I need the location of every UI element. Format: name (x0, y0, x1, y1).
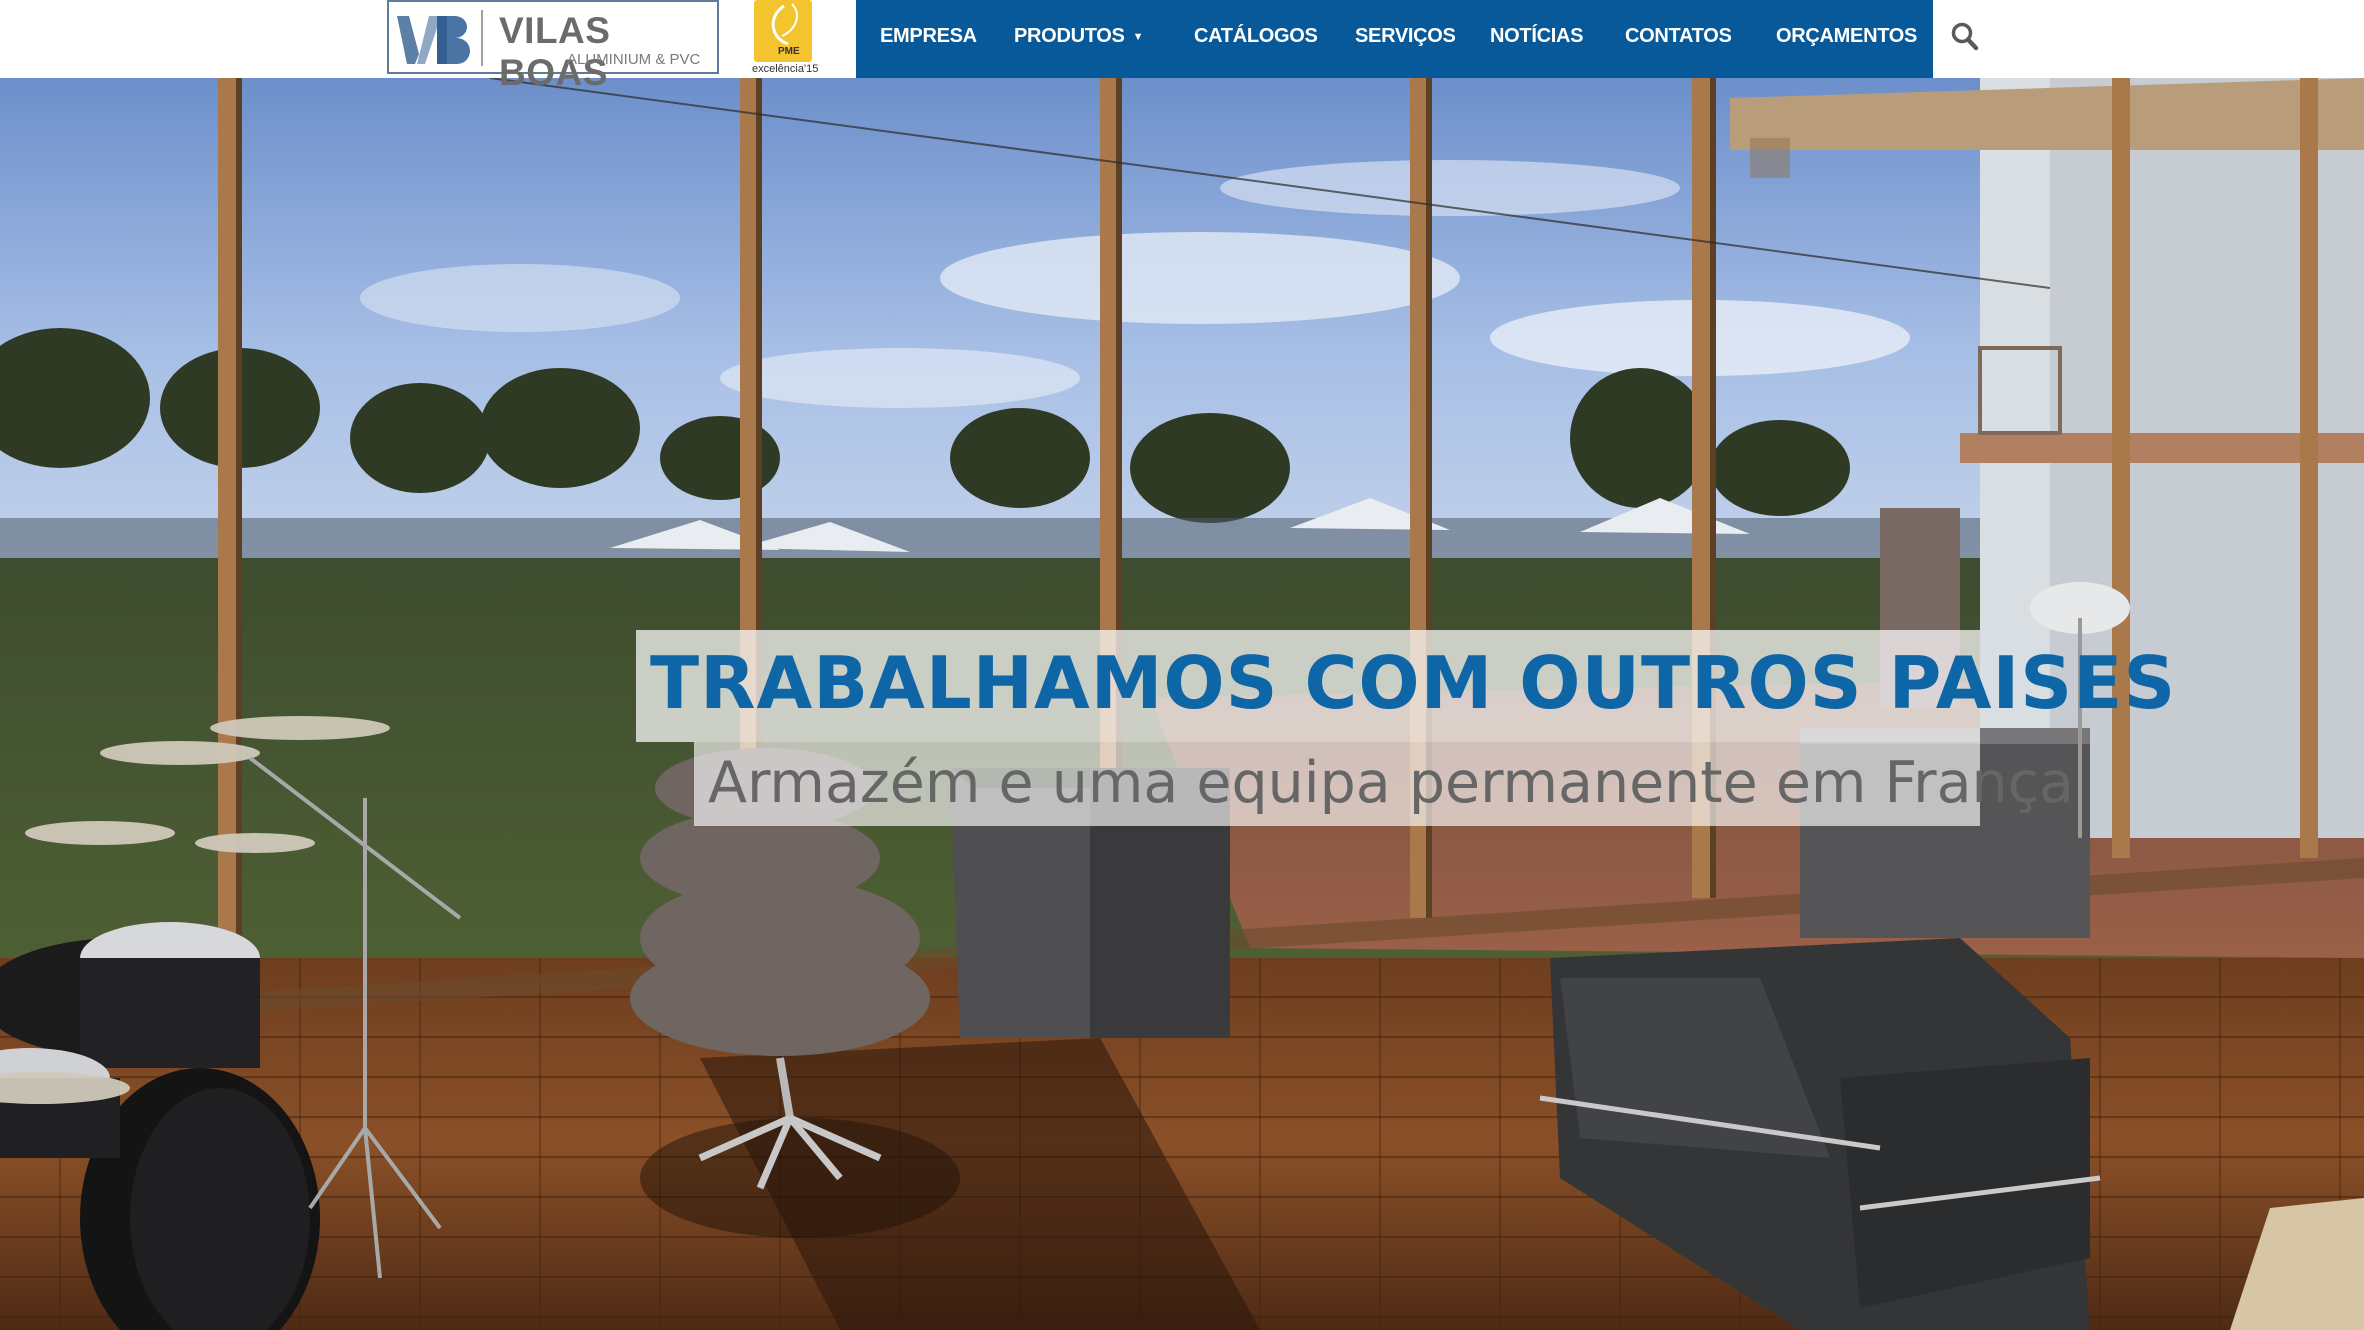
nav-item-empresa[interactable]: EMPRESA (880, 0, 977, 78)
logo-subtitle: ALUMINIUM & PVC (567, 51, 701, 68)
nav-item-produtos[interactable]: PRODUTOS ▼ (1014, 0, 1143, 78)
logo-divider (481, 10, 483, 66)
nav-item-label: PRODUTOS (1014, 25, 1125, 47)
nav-item-noticias[interactable]: NOTÍCIAS (1490, 0, 1583, 78)
nav-item-servicos[interactable]: SERVIÇOS (1355, 0, 1456, 78)
hero-title: TRABALHAMOS COM OUTROS PAISES (650, 641, 2177, 725)
nav-item-label: CONTATOS (1625, 25, 1732, 47)
search-icon (1951, 22, 1979, 51)
pme-badge[interactable]: PME excelência'15 (750, 0, 819, 76)
caret-down-icon: ▼ (1132, 31, 1144, 43)
nav-item-label: CATÁLOGOS (1194, 25, 1318, 47)
site-header: VILAS BOAS ALUMINIUM & PVC PME excelênci… (0, 0, 2364, 93)
nav-item-label: NOTÍCIAS (1490, 25, 1584, 47)
main-nav: EMPRESA PRODUTOS ▼ CATÁLOGOS SERVIÇOS NOT… (856, 0, 1933, 78)
nav-item-label: EMPRESA (880, 25, 977, 47)
search-button[interactable] (1950, 20, 1980, 52)
pme-text: PME (778, 46, 800, 57)
nav-item-label: SERVIÇOS (1355, 25, 1456, 47)
nav-item-contatos[interactable]: CONTATOS (1625, 0, 1732, 78)
hero-subtitle: Armazém e uma equipa permanente em Franç… (708, 750, 2074, 816)
nav-item-catalogos[interactable]: CATÁLOGOS (1194, 0, 1318, 78)
nav-item-orcamentos[interactable]: ORÇAMENTOS (1776, 0, 1917, 78)
vb-logo-icon (397, 16, 470, 64)
nav-item-label: ORÇAMENTOS (1776, 25, 1918, 47)
site-logo[interactable]: VILAS BOAS ALUMINIUM & PVC (387, 0, 719, 93)
pme-label: excelência'15 (752, 63, 819, 75)
hero-slider: TRABALHAMOS COM OUTROS PAISES Armazém e … (0, 78, 2364, 1330)
